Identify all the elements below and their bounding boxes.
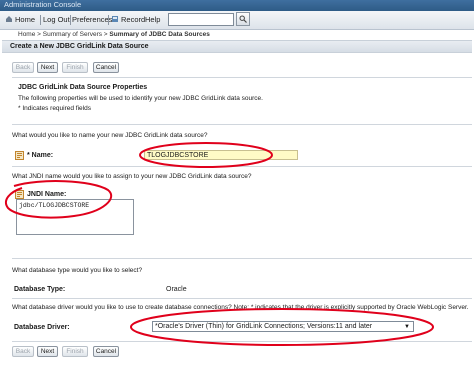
home-link[interactable]: Home xyxy=(15,14,35,26)
finish-button[interactable]: Finish xyxy=(62,346,88,357)
dropdown-arrow-icon: ▼ xyxy=(404,324,410,330)
divider xyxy=(12,341,472,342)
driver-label: Database Driver: xyxy=(14,324,70,331)
divider xyxy=(12,258,472,259)
divider xyxy=(108,15,109,25)
help-link[interactable]: Help xyxy=(145,14,160,26)
preferences-link[interactable]: Preferences xyxy=(72,14,112,26)
jndi-label: JNDI Name: xyxy=(27,191,67,198)
db-type-question: What database type would you like to sel… xyxy=(12,267,143,274)
cancel-button[interactable]: Cancel xyxy=(93,62,119,73)
search-input[interactable] xyxy=(168,13,234,26)
next-button[interactable]: Next xyxy=(37,62,58,73)
database-driver-select[interactable]: *Oracle's Driver (Thin) for GridLink Con… xyxy=(152,321,414,332)
breadcrumb-home[interactable]: Home > xyxy=(18,31,41,38)
logout-link[interactable]: Log Out xyxy=(43,14,70,26)
record-link[interactable]: Record xyxy=(121,14,145,26)
back-button[interactable]: Back xyxy=(12,62,34,73)
page-title: Create a New JDBC GridLink Data Source xyxy=(10,43,149,50)
divider xyxy=(12,166,472,167)
home-icon xyxy=(6,16,12,22)
db-type-label: Database Type: xyxy=(14,286,66,293)
divider xyxy=(12,298,472,299)
field-info-icon xyxy=(15,151,24,160)
section-title: JDBC GridLink Data Source Properties xyxy=(18,84,148,91)
db-type-value: Oracle xyxy=(166,286,187,293)
name-label: * Name: xyxy=(27,152,54,159)
breadcrumb: Home > Summary of Servers > Summary of J… xyxy=(18,30,210,39)
jndi-name-field[interactable]: jdbc/TLOGJDBCSTORE xyxy=(16,199,134,235)
name-question: What would you like to name your new JDB… xyxy=(12,132,208,139)
cancel-button[interactable]: Cancel xyxy=(93,346,119,357)
field-info-icon xyxy=(15,190,24,199)
divider xyxy=(70,15,71,25)
search-icon xyxy=(239,15,247,23)
divider xyxy=(12,77,472,78)
breadcrumb-current[interactable]: Summary of JDBC Data Sources xyxy=(109,31,209,38)
record-icon xyxy=(112,16,118,22)
finish-button[interactable]: Finish xyxy=(62,62,88,73)
search-button[interactable] xyxy=(236,12,250,26)
breadcrumb-servers[interactable]: Summary of Servers > xyxy=(43,31,108,38)
database-driver-value: *Oracle's Driver (Thin) for GridLink Con… xyxy=(155,323,373,330)
name-field[interactable]: TLOGJDBCSTORE xyxy=(144,150,298,160)
section-description: The following properties will be used to… xyxy=(18,95,263,102)
divider xyxy=(40,15,41,25)
required-note: * Indicates required fields xyxy=(18,105,91,112)
jndi-question: What JNDI name would you like to assign … xyxy=(12,173,252,180)
page-header: Create a New JDBC GridLink Data Source xyxy=(2,40,472,53)
next-button[interactable]: Next xyxy=(37,346,58,357)
back-button[interactable]: Back xyxy=(12,346,34,357)
title-bar: Administration Console xyxy=(0,0,474,11)
console-title: Administration Console xyxy=(4,0,82,9)
divider xyxy=(12,124,472,125)
driver-question: What database driver would you like to u… xyxy=(12,304,468,311)
